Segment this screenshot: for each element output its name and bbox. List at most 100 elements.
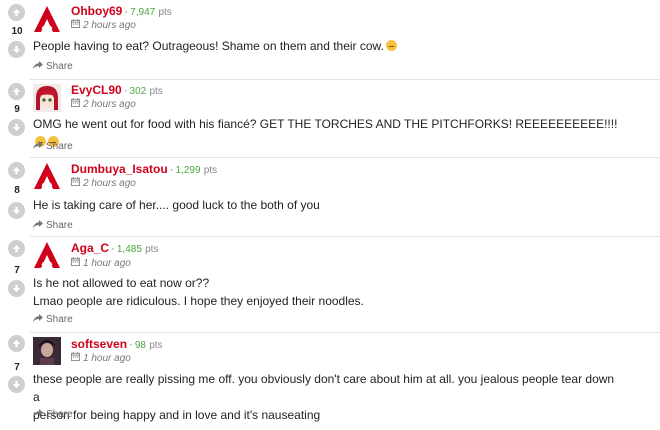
points-label: pts [145,244,159,255]
downvote-arrow-icon [12,206,21,215]
points-value: 7,947 [130,7,156,18]
separator-dot: · [169,164,174,176]
timestamp-text: 1 hour ago [83,352,131,364]
points-label: pts [158,7,172,18]
comment-text-line2: person for being happy and in love and i… [33,408,321,422]
share-button[interactable]: Share [33,314,73,325]
share-button[interactable]: Share [33,141,73,152]
downvote-button[interactable] [8,280,25,297]
comment-header: EvyCL90 · 302 pts [71,83,163,97]
separator-dot: · [123,85,128,97]
vote-count: 9 [14,104,20,115]
comment-body: Is he not allowed to eat now or?? Lmao p… [33,274,623,310]
timestamp-text: 1 hour ago [83,257,131,269]
vote-count: 7 [14,362,20,373]
comment-body: OMG he went out for food with his fiancé… [33,115,623,151]
calendar-icon [71,352,83,364]
timestamp: 1 hour ago [71,352,131,364]
upvote-button[interactable] [8,4,25,21]
points-label: pts [149,340,163,351]
share-icon [33,409,46,420]
points-value: 98 [134,340,146,351]
username-link[interactable]: Dumbuya_Isatou [71,162,168,176]
comment-header: Aga_C · 1,485 pts [71,241,158,255]
downvote-arrow-icon [12,45,21,54]
unamused-face-icon [385,40,397,51]
separator-dot: · [111,243,115,255]
downvote-arrow-icon [12,123,21,132]
username-link[interactable]: Aga_C [71,241,109,255]
timestamp-text: 2 hours ago [83,98,136,110]
share-button[interactable]: Share [33,409,73,420]
calendar-icon [71,98,83,110]
divider [30,79,660,80]
downvote-button[interactable] [8,202,25,219]
comment-body: these people are really pissing me off. … [33,370,623,424]
points-value: 1,485 [116,244,142,255]
divider [30,157,660,158]
share-label: Share [46,409,73,420]
divider [30,236,660,237]
avatar[interactable] [33,5,61,33]
upvote-arrow-icon [12,87,21,96]
comment-header: Dumbuya_Isatou · 1,299 pts [71,162,217,176]
comment-header: softseven · 98 pts [71,337,163,351]
comment-header: Ohboy69 · 7,947 pts [71,4,172,18]
downvote-arrow-icon [12,284,21,293]
username-link[interactable]: EvyCL90 [71,83,122,97]
avatar[interactable] [33,162,61,190]
timestamp-text: 2 hours ago [83,19,136,31]
timestamp: 2 hours ago [71,98,136,110]
vote-count: 8 [14,185,20,196]
share-icon [33,141,46,152]
downvote-button[interactable] [8,119,25,136]
timestamp: 1 hour ago [71,257,131,269]
separator-dot: · [124,6,129,18]
comment-text: these people are really pissing me off. … [33,372,615,404]
share-label: Share [46,61,73,72]
comment-text: People having to eat? Outrageous! Shame … [33,39,384,53]
points-value: 1,299 [175,165,201,176]
comment-text-line2: Lmao people are ridiculous. I hope they … [33,294,364,308]
downvote-arrow-icon [12,380,21,389]
points-value: 302 [129,86,147,97]
comment-text: OMG he went out for food with his fiancé… [33,117,618,131]
upvote-arrow-icon [12,8,21,17]
points-label: pts [149,86,163,97]
vote-count: 10 [11,26,23,37]
timestamp-text: 2 hours ago [83,177,136,189]
calendar-icon [71,177,83,189]
divider [30,332,660,333]
downvote-button[interactable] [8,41,25,58]
upvote-arrow-icon [12,339,21,348]
comment-body: He is taking care of her.... good luck t… [33,196,623,214]
upvote-button[interactable] [8,240,25,257]
comment-text: Is he not allowed to eat now or?? [33,276,210,290]
share-label: Share [46,314,73,325]
avatar[interactable] [33,84,61,112]
upvote-button[interactable] [8,162,25,179]
share-icon [33,61,46,72]
comment-text: He is taking care of her.... good luck t… [33,198,320,212]
downvote-button[interactable] [8,376,25,393]
calendar-icon [71,19,83,31]
avatar[interactable] [33,337,61,365]
upvote-arrow-icon [12,166,21,175]
points-label: pts [203,165,218,176]
share-button[interactable]: Share [33,220,73,231]
username-link[interactable]: softseven [71,337,127,351]
separator-dot: · [129,339,133,351]
timestamp: 2 hours ago [71,19,136,31]
username-link[interactable]: Ohboy69 [71,4,122,18]
comment-body: People having to eat? Outrageous! Shame … [33,37,623,55]
share-label: Share [46,220,73,231]
share-icon [33,314,46,325]
calendar-icon [71,257,83,269]
share-button[interactable]: Share [33,61,73,72]
upvote-button[interactable] [8,83,25,100]
timestamp: 2 hours ago [71,177,136,189]
avatar[interactable] [33,241,61,269]
upvote-button[interactable] [8,335,25,352]
vote-count: 7 [14,265,20,276]
share-icon [33,220,46,231]
